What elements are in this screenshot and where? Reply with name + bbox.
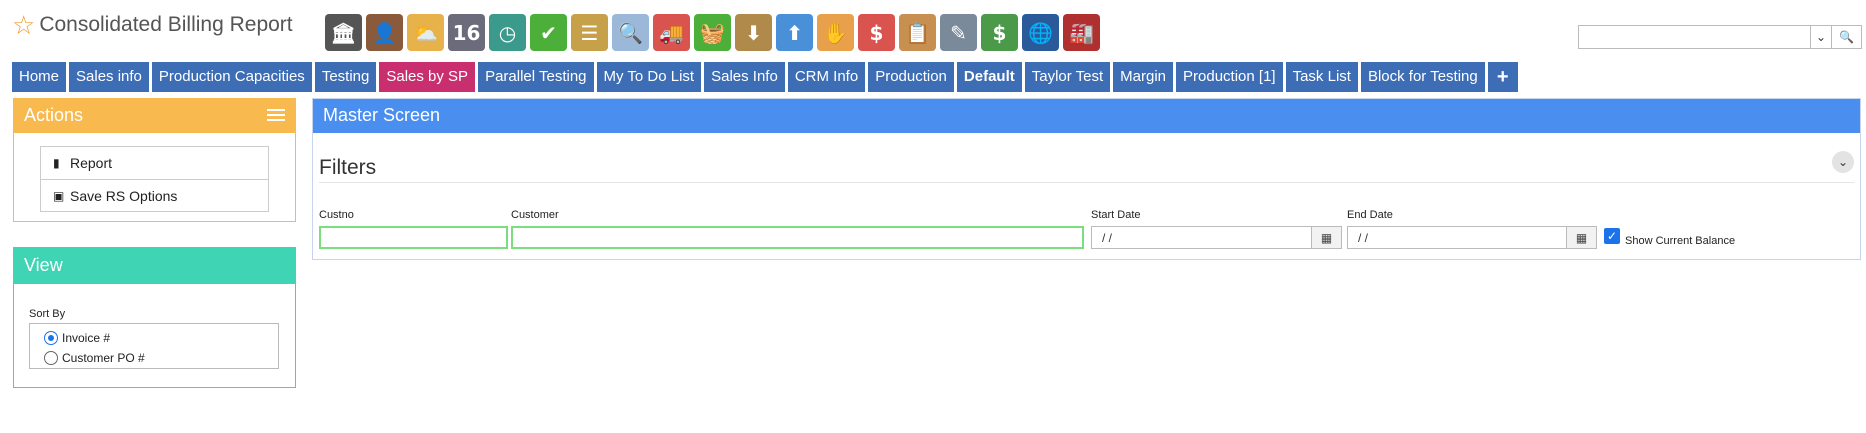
file-icon: ▮ bbox=[53, 156, 60, 170]
list-icon[interactable]: ☰ bbox=[571, 14, 608, 51]
tab-bar: Home Sales info Production Capacities Testi… bbox=[12, 62, 1518, 92]
outbox-upload-icon[interactable]: ⬆ bbox=[776, 14, 813, 51]
add-tab-button[interactable]: + bbox=[1487, 62, 1518, 92]
truck-icon[interactable]: 🚚 bbox=[653, 14, 690, 51]
money-icon[interactable]: $ bbox=[981, 14, 1018, 51]
favorite-star-icon[interactable]: ☆ bbox=[12, 12, 35, 38]
page-title: Consolidated Billing Report bbox=[39, 13, 293, 36]
clipboard-icon[interactable]: 📋 bbox=[899, 14, 936, 51]
tab-testing[interactable]: Testing bbox=[314, 62, 377, 92]
tab-production-1[interactable]: Production [1] bbox=[1176, 62, 1283, 92]
calendar-icon[interactable]: 16 bbox=[448, 14, 485, 51]
tab-task-list[interactable]: Task List bbox=[1285, 62, 1358, 92]
search-input[interactable] bbox=[1578, 25, 1810, 49]
radio-unselected[interactable] bbox=[44, 351, 58, 365]
search-bar: ⌄ 🔍 bbox=[1578, 25, 1862, 49]
tab-default[interactable]: Default bbox=[956, 62, 1022, 92]
view-title: View bbox=[24, 255, 63, 275]
collapse-chevron-icon[interactable]: ⌄ bbox=[1832, 151, 1854, 173]
tab-production[interactable]: Production bbox=[868, 62, 954, 92]
factory-icon[interactable]: 🏭 bbox=[1063, 14, 1100, 51]
tab-home[interactable]: Home bbox=[12, 62, 67, 92]
report-action-button[interactable]: ▮ Report bbox=[41, 147, 268, 179]
tab-block-for-testing[interactable]: Block for Testing bbox=[1360, 62, 1485, 92]
calendar-icon[interactable]: ▦ bbox=[1312, 226, 1342, 249]
custno-input[interactable] bbox=[319, 226, 508, 249]
master-title: Master Screen bbox=[323, 105, 441, 125]
tab-margin[interactable]: Margin bbox=[1113, 62, 1174, 92]
sort-option-invoice[interactable]: Invoice # bbox=[44, 328, 264, 348]
app-header: ☆ Consolidated Billing Report 🏛 👤 ⛅ 16 ◷ ✔ ☰ 🔍 🚚… bbox=[0, 0, 1866, 58]
custno-label: Custno bbox=[319, 209, 354, 221]
actions-header: Actions bbox=[14, 99, 295, 133]
sort-option-customer-po[interactable]: Customer PO # bbox=[44, 348, 264, 368]
dollar-chat-icon[interactable]: $ bbox=[858, 14, 895, 51]
tab-parallel-testing[interactable]: Parallel Testing bbox=[478, 62, 594, 92]
tab-taylor-test[interactable]: Taylor Test bbox=[1024, 62, 1111, 92]
calendar-icon[interactable]: ▦ bbox=[1567, 226, 1597, 249]
globe-book-icon[interactable]: 🌐 bbox=[1022, 14, 1059, 51]
radio-selected[interactable] bbox=[44, 331, 58, 345]
actions-list: ▮ Report ▣ Save RS Options bbox=[40, 146, 269, 212]
tab-sales-by-sp[interactable]: Sales by SP bbox=[379, 62, 476, 92]
radio-label: Customer PO # bbox=[62, 351, 145, 365]
tab-sales-info[interactable]: Sales info bbox=[69, 62, 149, 92]
search-icon: 🔍 bbox=[1839, 30, 1854, 44]
show-current-balance-checkbox[interactable]: ✓ bbox=[1604, 228, 1620, 244]
sort-by-options: Invoice # Customer PO # bbox=[29, 323, 279, 369]
search-button[interactable]: 🔍 bbox=[1832, 25, 1862, 49]
tab-my-to-do-list[interactable]: My To Do List bbox=[596, 62, 702, 92]
start-date-label: Start Date bbox=[1091, 209, 1141, 221]
actions-title: Actions bbox=[24, 105, 84, 125]
show-current-balance-label: Show Current Balance bbox=[1625, 235, 1736, 247]
sort-by-label: Sort By bbox=[29, 308, 66, 320]
master-header: Master Screen bbox=[313, 99, 1860, 133]
filters-title: Filters bbox=[319, 156, 377, 179]
toolbar-icons: 🏛 👤 ⛅ 16 ◷ ✔ ☰ 🔍 🚚 🧺 ⬇ ⬆ ✋ $ 📋 ✎ $ 🌐 🏭 bbox=[325, 14, 1100, 51]
radio-label: Invoice # bbox=[62, 331, 111, 345]
end-date-label: End Date bbox=[1347, 209, 1393, 221]
tab-crm-info[interactable]: CRM Info bbox=[787, 62, 866, 92]
divider bbox=[319, 182, 1854, 183]
save-icon: ▣ bbox=[53, 188, 65, 203]
view-header: View bbox=[14, 248, 295, 284]
title-area: ☆ Consolidated Billing Report bbox=[12, 12, 293, 38]
tab-sales-info[interactable]: Sales Info bbox=[704, 62, 785, 92]
save-rs-options-button[interactable]: ▣ Save RS Options bbox=[41, 179, 268, 211]
view-panel: View Sort By Invoice # Customer PO # bbox=[13, 247, 296, 388]
action-label: Report bbox=[70, 155, 113, 171]
checkmark-icon[interactable]: ✔ bbox=[530, 14, 567, 51]
clock-icon[interactable]: ◷ bbox=[489, 14, 526, 51]
basket-icon[interactable]: 🧺 bbox=[694, 14, 731, 51]
actions-panel: Actions ▮ Report ▣ Save RS Options bbox=[13, 98, 296, 222]
search-dropdown-chevron-icon[interactable]: ⌄ bbox=[1810, 25, 1832, 49]
start-date-input[interactable]: / / bbox=[1091, 226, 1312, 249]
inbox-download-icon[interactable]: ⬇ bbox=[735, 14, 772, 51]
master-screen-panel: Master Screen Filters ⌄ Custno Customer … bbox=[312, 98, 1861, 260]
weather-icon[interactable]: ⛅ bbox=[407, 14, 444, 51]
magnifier-icon[interactable]: 🔍 bbox=[612, 14, 649, 51]
end-date-input[interactable]: / / bbox=[1347, 226, 1567, 249]
bank-icon[interactable]: 🏛 bbox=[325, 14, 362, 51]
hand-payment-icon[interactable]: ✋ bbox=[817, 14, 854, 51]
action-label: Save RS Options bbox=[70, 187, 178, 204]
customer-input[interactable] bbox=[511, 226, 1084, 249]
tab-production-capacities[interactable]: Production Capacities bbox=[151, 62, 312, 92]
hamburger-menu-icon[interactable] bbox=[267, 109, 285, 123]
pencil-icon[interactable]: ✎ bbox=[940, 14, 977, 51]
customer-label: Customer bbox=[511, 209, 559, 221]
person-icon[interactable]: 👤 bbox=[366, 14, 403, 51]
